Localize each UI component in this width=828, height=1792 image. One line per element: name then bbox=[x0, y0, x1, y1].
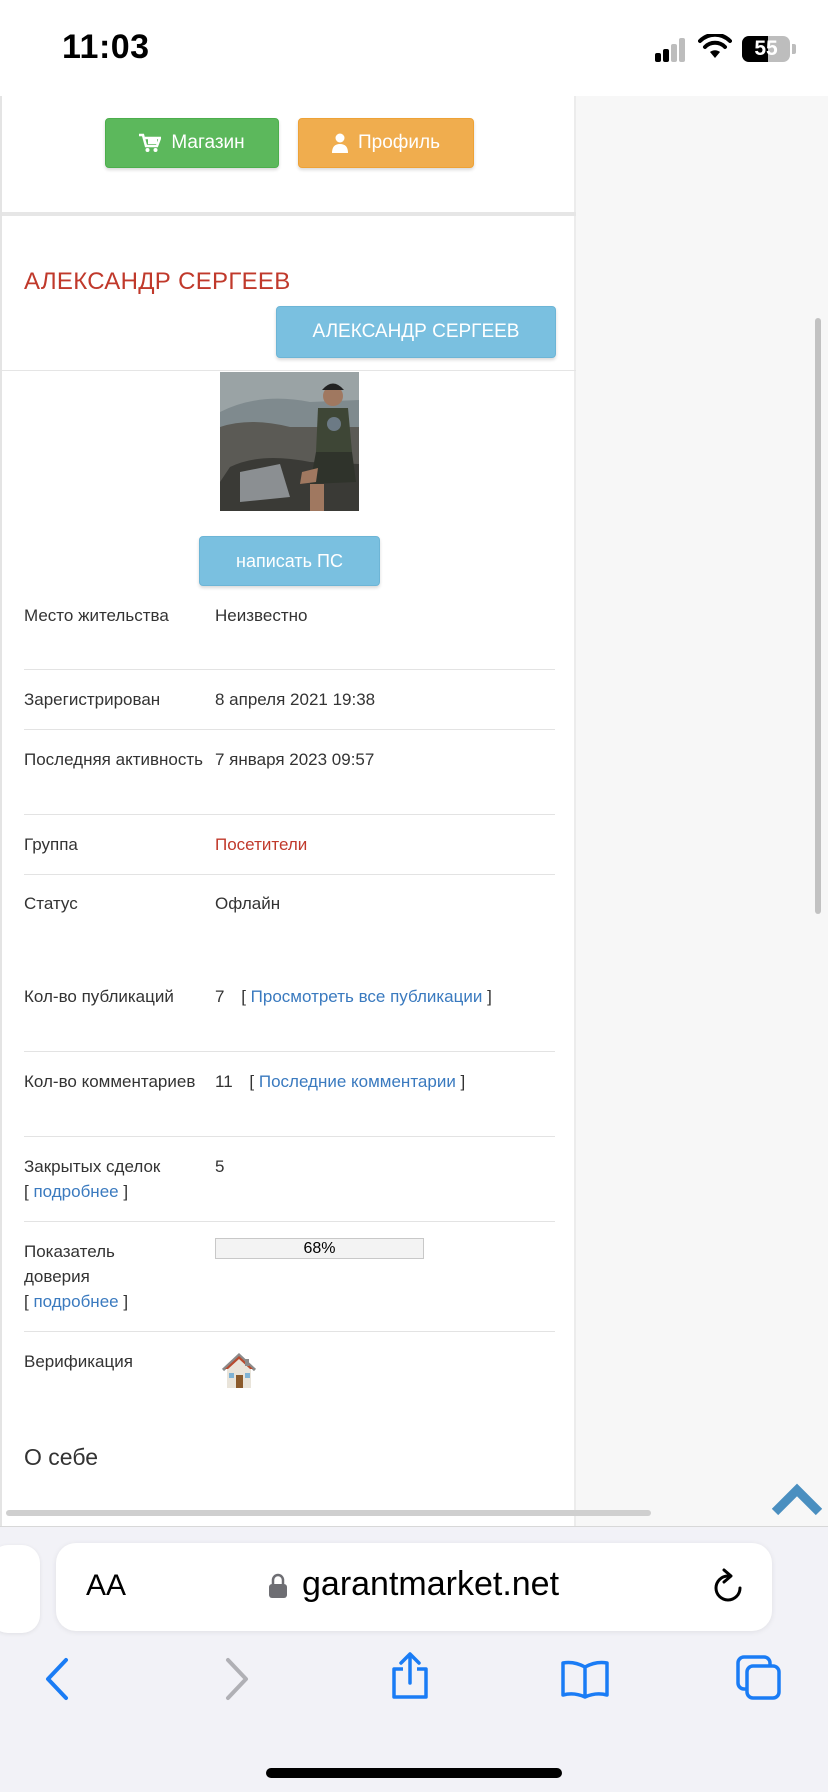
residence-value: Неизвестно bbox=[215, 606, 308, 625]
registered-value: 8 апреля 2021 19:38 bbox=[215, 690, 376, 709]
profile-content: Магазин Профиль АЛЕКСАНДР СЕРГЕЕВ АЛЕКСА… bbox=[0, 96, 576, 1526]
user-icon bbox=[331, 133, 348, 153]
deals-label-text: Закрытых сделок bbox=[24, 1157, 161, 1176]
profile-button-label: Профиль bbox=[357, 132, 441, 153]
row-divider bbox=[24, 874, 555, 875]
vertical-scrollbar[interactable] bbox=[815, 318, 821, 914]
forward-icon[interactable] bbox=[224, 1657, 250, 1706]
deals-value: 5 bbox=[215, 1157, 225, 1176]
comments-count: 11 bbox=[215, 1072, 233, 1091]
scroll-to-top-icon[interactable] bbox=[771, 1482, 823, 1521]
about-heading: О себе bbox=[24, 1444, 99, 1470]
home-indicator bbox=[266, 1768, 562, 1778]
last-active-value: 7 января 2023 09:57 bbox=[215, 750, 375, 769]
cellular-signal-icon bbox=[655, 38, 687, 62]
verification-label: Верификация bbox=[24, 1352, 133, 1371]
wifi-icon bbox=[698, 32, 732, 65]
url-text: garantmarket.net bbox=[302, 1565, 560, 1603]
send-message-button[interactable]: написать ПС bbox=[199, 536, 380, 586]
row-divider bbox=[24, 814, 555, 815]
shop-button-label: Магазин bbox=[171, 132, 245, 153]
comments-label: Кол-во комментариев bbox=[24, 1072, 196, 1091]
tabs-icon[interactable] bbox=[736, 1655, 782, 1706]
row-divider bbox=[24, 1136, 555, 1137]
user-title: АЛЕКСАНДР СЕРГЕЕВ bbox=[24, 268, 291, 295]
section-divider bbox=[2, 212, 576, 216]
aa-label: AA bbox=[86, 1569, 127, 1602]
status-label: Статус bbox=[24, 894, 78, 913]
profile-button[interactable]: Профиль bbox=[298, 118, 474, 168]
trust-percent: 68% bbox=[303, 1240, 336, 1257]
trust-details-link[interactable]: подробнее bbox=[33, 1292, 118, 1311]
back-icon[interactable] bbox=[44, 1657, 70, 1706]
avatar bbox=[220, 372, 359, 511]
posts-value: 7 [ Просмотреть все публикации ] bbox=[215, 987, 492, 1006]
registered-label: Зарегистрирован bbox=[24, 690, 161, 709]
deals-label: Закрытых сделок [ подробнее ] bbox=[24, 1154, 204, 1204]
row-divider bbox=[24, 1331, 555, 1332]
row-divider bbox=[24, 669, 555, 670]
bookmarks-icon[interactable] bbox=[560, 1659, 610, 1704]
username-button[interactable]: АЛЕКСАНДР СЕРГЕЕВ bbox=[276, 306, 556, 358]
trust-progress-bar: 68% bbox=[215, 1238, 424, 1259]
right-empty-pane bbox=[574, 96, 828, 1526]
header-divider bbox=[2, 370, 576, 371]
comments-value: 11 [ Последние комментарии ] bbox=[215, 1072, 466, 1091]
reload-icon[interactable] bbox=[710, 1567, 746, 1610]
browser-toolbar: AA garantmarket.net bbox=[0, 1526, 828, 1792]
status-bar: 11:03 55 bbox=[0, 0, 828, 96]
address-bar[interactable]: AA garantmarket.net bbox=[56, 1543, 772, 1631]
previous-tab-preview[interactable] bbox=[0, 1545, 40, 1633]
all-posts-link[interactable]: Просмотреть все публикации bbox=[251, 987, 483, 1006]
battery-tip bbox=[792, 44, 796, 54]
status-time: 11:03 bbox=[62, 28, 150, 66]
group-label: Группа bbox=[24, 835, 78, 854]
lock-icon bbox=[268, 1573, 288, 1604]
house-icon bbox=[220, 1351, 258, 1396]
shop-button[interactable]: Магазин bbox=[105, 118, 279, 168]
battery-level: 55 bbox=[754, 37, 778, 60]
group-value[interactable]: Посетители bbox=[215, 832, 307, 857]
posts-label: Кол-во публикаций bbox=[24, 987, 174, 1006]
status-value: Офлайн bbox=[215, 894, 281, 913]
horizontal-scrollbar[interactable] bbox=[6, 1510, 651, 1516]
deals-details-link[interactable]: подробнее bbox=[33, 1182, 118, 1201]
cart-icon bbox=[139, 133, 162, 153]
residence-label: Место жительства bbox=[24, 606, 169, 625]
trust-label: Показатель доверия [ подробнее ] bbox=[24, 1239, 174, 1314]
row-divider bbox=[24, 1051, 555, 1052]
row-divider bbox=[24, 729, 555, 730]
row-divider bbox=[24, 1221, 555, 1222]
web-page: Магазин Профиль АЛЕКСАНДР СЕРГЕЕВ АЛЕКСА… bbox=[0, 96, 828, 1526]
last-comments-link[interactable]: Последние комментарии bbox=[259, 1072, 456, 1091]
share-icon[interactable] bbox=[390, 1651, 430, 1706]
battery-icon: 55 bbox=[742, 36, 790, 62]
posts-count: 7 bbox=[215, 987, 225, 1006]
reader-settings-button[interactable]: AA bbox=[86, 1569, 126, 1603]
last-active-label: Последняя активность bbox=[24, 750, 203, 769]
trust-label-text: Показатель доверия bbox=[24, 1242, 115, 1286]
